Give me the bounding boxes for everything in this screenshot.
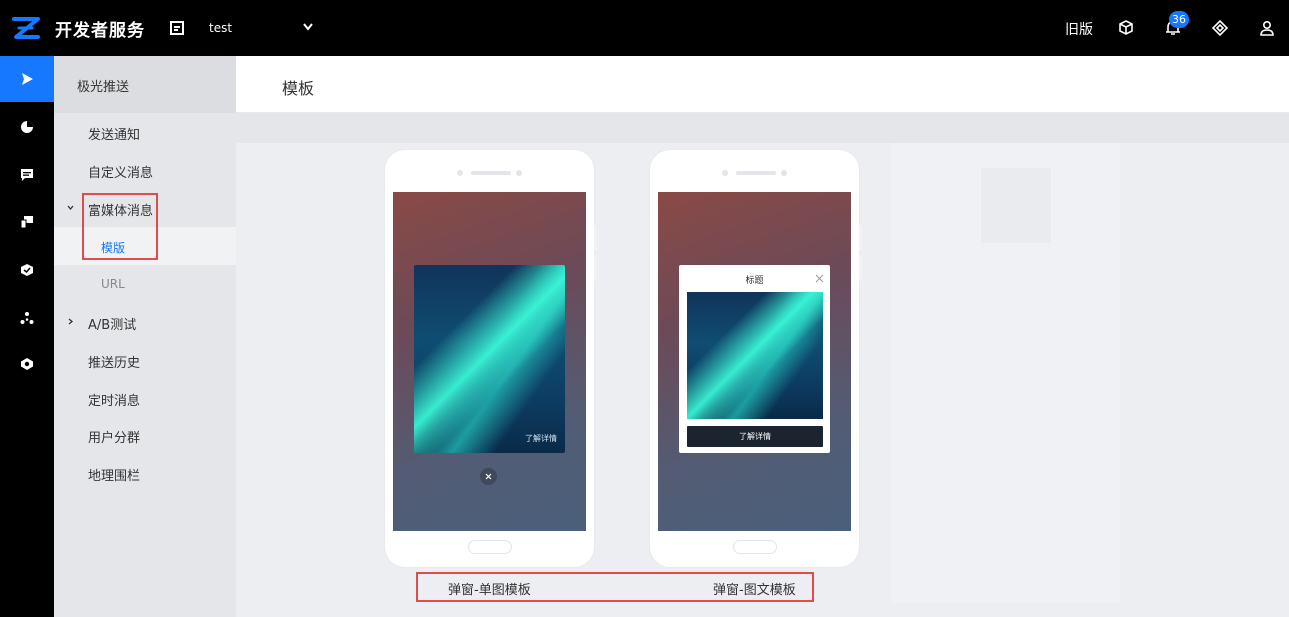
hexagon-icon: [21, 358, 33, 370]
sidebar-item-send-notification[interactable]: 发送通知: [54, 113, 236, 151]
diamond-icon[interactable]: [1211, 19, 1229, 37]
phone-home-button: [468, 540, 512, 554]
page-title: 模板: [282, 79, 315, 98]
template-card-single-image[interactable]: 了解详情: [385, 150, 597, 567]
cube-icon[interactable]: [1117, 19, 1135, 37]
secondary-sidebar: 极光推送 发送通知 自定义消息 富媒体消息 模版 URL A/B测试 推送历史 …: [54, 56, 236, 617]
phone-speaker: [471, 171, 511, 175]
phone-side-button: [594, 255, 597, 281]
popup-dialog: 标题 了解详情: [679, 265, 830, 453]
phone-sensor: [516, 170, 522, 176]
phone-camera: [457, 170, 463, 176]
sidebar-item-custom-message[interactable]: 自定义消息: [54, 151, 236, 189]
close-icon: [815, 274, 824, 283]
app-selector-value[interactable]: test: [209, 21, 232, 35]
phone-camera: [722, 170, 728, 176]
send-icon: [22, 73, 33, 85]
popup-title: 标题: [745, 276, 764, 286]
phone-screen: 了解详情: [393, 192, 586, 531]
sidebar-item-scheduled[interactable]: 定时消息: [54, 379, 236, 417]
popup-image: [687, 292, 823, 419]
old-version-link[interactable]: 旧版: [1065, 19, 1093, 39]
devices-icon: [20, 216, 33, 229]
sidebar-item-geofence[interactable]: 地理围栏: [54, 454, 236, 492]
chevron-right-icon: [68, 318, 74, 325]
sidebar-item-label: 定时消息: [88, 394, 141, 409]
phone-sensor: [781, 170, 787, 176]
sidebar-subitem-url[interactable]: URL: [54, 265, 236, 303]
rail-item-statistics[interactable]: [0, 104, 54, 150]
sidebar-item-label: A/B测试: [88, 318, 137, 333]
message-icon: [21, 169, 33, 181]
shield-icon: [21, 264, 33, 276]
popup-image: 了解详情: [414, 265, 565, 453]
highlight-box-menu: [82, 193, 158, 260]
rail-item-devices[interactable]: [0, 199, 54, 245]
phone-side-button: [594, 225, 597, 251]
rail-item-im[interactable]: [0, 152, 54, 198]
cluster-icon: [20, 312, 34, 324]
sidebar-item-push-history[interactable]: 推送历史: [54, 341, 236, 379]
content-header: 模板: [236, 56, 1289, 113]
template-card-image-text[interactable]: 标题 了解详情: [650, 150, 862, 567]
notification-badge: 36: [1169, 11, 1189, 28]
chevron-down-icon[interactable]: [303, 23, 313, 31]
content-top-band: [236, 113, 1289, 143]
jiguang-logo-icon[interactable]: [10, 13, 42, 43]
popup-detail-button: 了解详情: [687, 426, 823, 447]
sidebar-header: 极光推送: [54, 56, 236, 113]
phone-speaker: [736, 171, 776, 175]
phone-side-button: [859, 255, 862, 281]
rail-item-security[interactable]: [0, 247, 54, 293]
brand-title: 开发者服务: [55, 21, 145, 41]
pie-chart-icon: [21, 121, 33, 133]
rail-item-push[interactable]: [0, 56, 54, 102]
icon-rail: [0, 56, 54, 617]
phone-home-button: [733, 540, 777, 554]
rail-item-cluster[interactable]: [0, 295, 54, 341]
sidebar-title: 极光推送: [77, 80, 130, 95]
phone-screen: 标题 了解详情: [658, 192, 851, 531]
highlight-box-captions: [416, 572, 814, 602]
sidebar-item-label: 自定义消息: [88, 166, 154, 181]
popup-detail-link: 了解详情: [525, 434, 557, 443]
chevron-down-icon: [67, 205, 74, 211]
sidebar-item-label: 推送历史: [88, 356, 141, 371]
top-bar: 开发者服务 test 旧版 36: [0, 0, 1289, 56]
phone-side-button: [859, 225, 862, 251]
app-icon: [170, 21, 184, 35]
close-icon: [480, 468, 497, 485]
sidebar-item-label: 用户分群: [88, 431, 141, 446]
sidebar-subitem-label: URL: [101, 277, 125, 291]
user-icon[interactable]: [1258, 19, 1276, 37]
sidebar-item-ab-test[interactable]: A/B测试: [54, 303, 236, 341]
background-ghost-block: [981, 168, 1051, 243]
rail-item-settings[interactable]: [0, 341, 54, 387]
sidebar-item-label: 发送通知: [88, 128, 141, 143]
sidebar-item-user-segment[interactable]: 用户分群: [54, 416, 236, 454]
sidebar-item-label: 地理围栏: [88, 469, 141, 484]
